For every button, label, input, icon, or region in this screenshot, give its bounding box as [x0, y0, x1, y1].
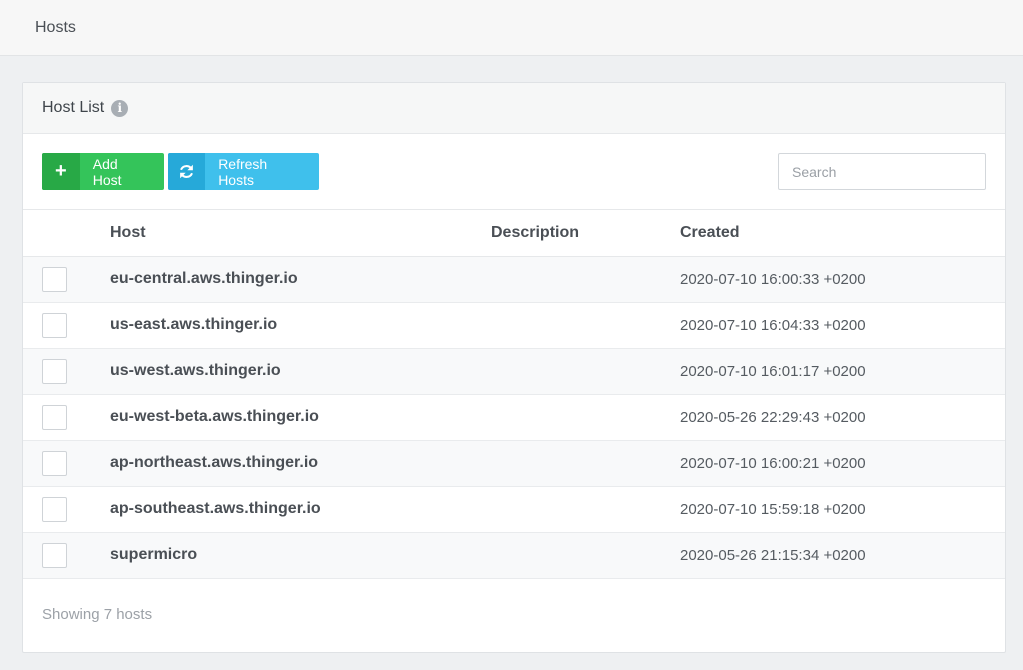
header-select — [23, 210, 110, 257]
add-host-button[interactable]: + Add Host — [42, 153, 164, 190]
table-header-row: Host Description Created — [23, 210, 1005, 257]
row-checkbox[interactable] — [42, 496, 67, 522]
host-description — [491, 394, 680, 441]
host-name[interactable]: ap-southeast.aws.thinger.io — [110, 500, 321, 517]
host-name[interactable]: us-west.aws.thinger.io — [110, 362, 281, 379]
table-row[interactable]: ap-northeast.aws.thinger.io 2020-07-10 1… — [23, 440, 1005, 487]
host-description — [491, 532, 680, 579]
table-row[interactable]: eu-west-beta.aws.thinger.io 2020-05-26 2… — [23, 394, 1005, 441]
host-created: 2020-07-10 15:59:18 +0200 — [680, 486, 1005, 533]
row-checkbox[interactable] — [42, 450, 67, 476]
host-description — [491, 348, 680, 395]
table-row[interactable]: eu-central.aws.thinger.io 2020-07-10 16:… — [23, 256, 1005, 303]
header-host[interactable]: Host — [110, 210, 491, 257]
host-created: 2020-07-10 16:01:17 +0200 — [680, 348, 1005, 395]
panel-title: Host List — [42, 99, 105, 116]
host-name[interactable]: us-east.aws.thinger.io — [110, 316, 277, 333]
panel-heading: Host List i — [23, 83, 1005, 134]
host-list-panel: Host List i + Add Host Refresh Hosts Sea… — [22, 82, 1006, 653]
host-count: Showing 7 hosts — [42, 605, 153, 623]
host-name[interactable]: supermicro — [110, 546, 197, 563]
info-icon[interactable]: i — [111, 99, 129, 117]
page-header: Hosts — [0, 0, 1023, 56]
row-checkbox[interactable] — [42, 312, 67, 338]
header-description[interactable]: Description — [491, 210, 680, 257]
host-created: 2020-07-10 16:00:33 +0200 — [680, 256, 1005, 303]
row-checkbox[interactable] — [42, 404, 67, 430]
table-footer: Showing 7 hosts — [23, 579, 1005, 623]
host-created: 2020-07-10 16:00:21 +0200 — [680, 440, 1005, 487]
header-created[interactable]: Created — [680, 210, 1005, 257]
host-created: 2020-05-26 21:15:34 +0200 — [680, 532, 1005, 579]
host-name[interactable]: ap-northeast.aws.thinger.io — [110, 454, 318, 471]
refresh-hosts-button[interactable]: Refresh Hosts — [168, 153, 319, 190]
host-description — [491, 256, 680, 303]
row-checkbox[interactable] — [42, 542, 67, 568]
row-checkbox[interactable] — [42, 266, 67, 292]
refresh-icon — [168, 153, 206, 190]
host-description — [491, 486, 680, 533]
plus-icon: + — [42, 153, 80, 190]
page-title: Hosts — [35, 18, 76, 36]
table-row[interactable]: supermicro 2020-05-26 21:15:34 +0200 — [23, 532, 1005, 579]
table-row[interactable]: us-west.aws.thinger.io 2020-07-10 16:01:… — [23, 348, 1005, 395]
search-input[interactable] — [778, 153, 986, 190]
host-name[interactable]: eu-west-beta.aws.thinger.io — [110, 408, 319, 425]
host-created: 2020-05-26 22:29:43 +0200 — [680, 394, 1005, 441]
row-checkbox[interactable] — [42, 358, 67, 384]
host-name[interactable]: eu-central.aws.thinger.io — [110, 270, 298, 287]
host-description — [491, 440, 680, 487]
add-host-label: Add Host — [92, 155, 122, 188]
refresh-hosts-label: Refresh Hosts — [218, 155, 268, 188]
table-row[interactable]: ap-southeast.aws.thinger.io 2020-07-10 1… — [23, 486, 1005, 533]
toolbar: + Add Host Refresh Hosts — [23, 134, 1005, 210]
table-row[interactable]: us-east.aws.thinger.io 2020-07-10 16:04:… — [23, 302, 1005, 349]
host-created: 2020-07-10 16:04:33 +0200 — [680, 302, 1005, 349]
host-table: Host Description Created eu-central.aws.… — [23, 210, 1005, 579]
host-description — [491, 302, 680, 349]
